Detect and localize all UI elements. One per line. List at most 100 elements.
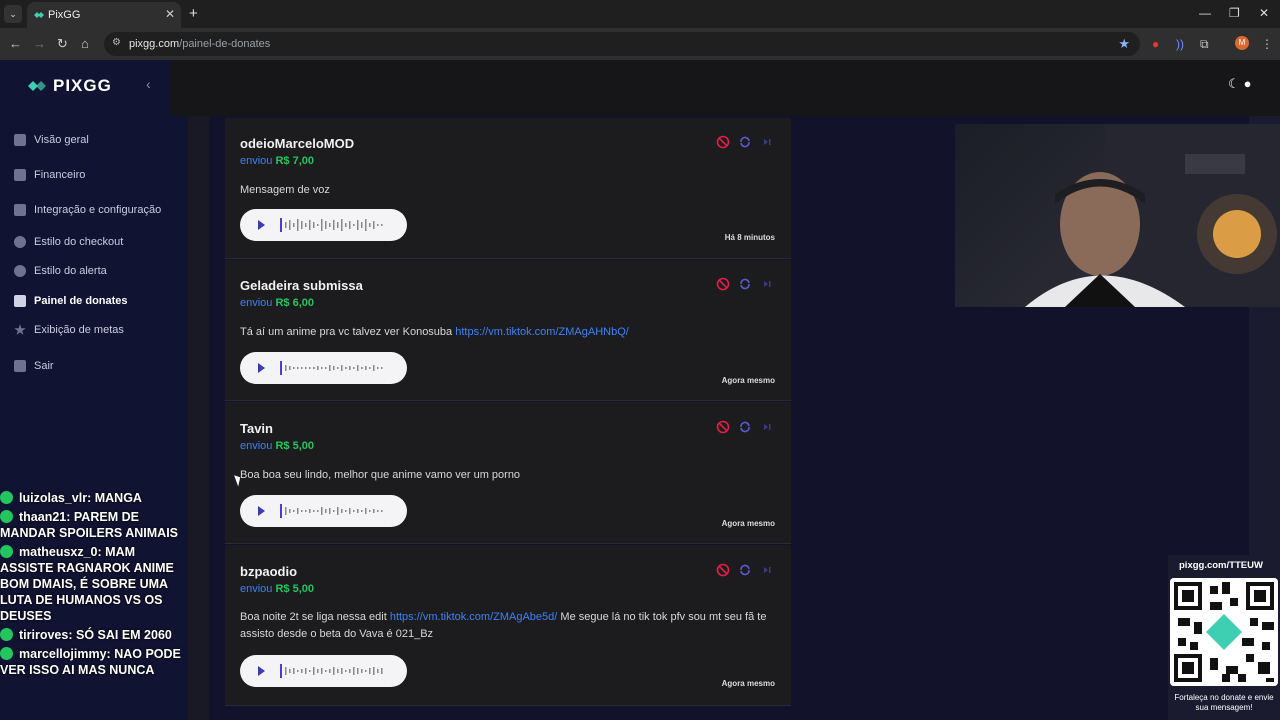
chat-username: luizolas_vlr: [19,491,92,505]
sent-label: enviou [240,440,273,452]
donate-message: Boa noite 2t se liga nessa edit https://… [240,609,780,643]
webcam-overlay [955,124,1280,307]
message-link[interactable]: https://vm.tiktok.com/ZMAgAbe5d/ [390,611,558,623]
sidebar-item-label: Integração e configuração [34,204,162,216]
sidebar-item-financeiro[interactable]: Financeiro [14,169,85,181]
block-icon[interactable] [716,563,730,577]
site-info-icon[interactable]: ⚙ [112,37,121,48]
chat-username: thaan21: [19,510,71,524]
minimize-icon[interactable]: — [1199,6,1211,20]
donate-card: Tavin enviou R$ 5,00 Boa boa seu lindo, … [225,402,791,544]
url-field[interactable]: ⚙ pixgg.com/painel-de-donates ★ [104,32,1140,56]
profile-avatar[interactable]: M [1235,36,1249,50]
block-icon[interactable] [716,135,730,149]
sidebar-item-label: Painel de donates [34,295,128,307]
donate-amount: R$ 6,00 [275,297,315,309]
play-icon[interactable] [258,666,265,676]
play-icon[interactable] [258,363,265,373]
donate-message: Mensagem de voz [240,182,780,199]
donate-card: odeioMarceloMOD enviou R$ 7,00 Mensagem … [225,118,791,259]
audio-player[interactable] [240,352,407,384]
donate-time: Agora mesmo [721,679,775,688]
skip-icon[interactable] [760,563,774,577]
sidebar-item-exibicao-metas[interactable]: Exibição de metas [14,324,124,336]
chat-message: matheusxz_0: MAM ASSISTE RAGNAROK ANIME … [0,544,188,624]
chat-message: thaan21: PAREM DE MANDAR SPOILERS ANIMAI… [0,509,188,541]
message-text: Mensagem de voz [240,184,330,196]
audio-player[interactable] [240,209,407,241]
sidebar-item-integracao[interactable]: Integração e configuração [14,204,161,216]
card-actions [716,563,774,577]
forward-icon[interactable]: → [33,36,46,51]
url-host: pixgg.com [129,38,180,50]
palette-icon [14,265,26,277]
tab-search-button[interactable]: ⌄ [4,5,22,23]
play-icon[interactable] [258,220,265,230]
collapse-sidebar-icon[interactable]: ‹ [146,76,151,92]
bookmark-star-icon[interactable]: ★ [1118,36,1130,52]
replay-icon[interactable] [738,420,752,434]
message-link[interactable]: https://vm.tiktok.com/ZMAgAHNbQ/ [455,326,629,338]
message-text: Tá aí um anime pra vc talvez ver Konosub… [240,326,456,338]
browser-tab[interactable]: PixGG ✕ [27,2,181,28]
reload-icon[interactable]: ↻ [57,36,68,52]
sidebar-item-sair[interactable]: Sair [14,360,54,372]
message-text: Boa noite 2t se liga nessa edit [240,611,390,623]
settings-icon [14,204,26,216]
sidebar-item-painel-donates[interactable]: Painel de donates [14,295,128,307]
palette-icon [14,236,26,248]
chat-badge-icon [0,510,13,523]
chat-badge-icon [0,545,13,558]
sidebar-item-label: Financeiro [34,169,86,181]
audio-extension-icon[interactable]: )) [1176,37,1184,51]
replay-icon[interactable] [738,135,752,149]
extension-icon[interactable]: ● [1152,37,1159,51]
message-text: Boa boa seu lindo, melhor que anime vamo… [240,469,521,481]
close-window-icon[interactable]: ✕ [1259,6,1269,20]
audio-player[interactable] [240,655,407,687]
toggle-knob-icon: ● [1243,76,1252,91]
sidebar-gutter [188,60,209,720]
replay-icon[interactable] [738,277,752,291]
pixgg-logo[interactable]: PIXGG [27,76,112,96]
donate-qr-overlay: pixgg.com/TTEUW Fortaleça no donate e en… [1168,555,1280,720]
sidebar-item-estilo-alerta[interactable]: Estilo do alerta [14,265,107,277]
skip-icon[interactable] [760,420,774,434]
skip-icon[interactable] [760,135,774,149]
qr-code-icon [1170,578,1278,686]
play-icon[interactable] [258,506,265,516]
card-actions [716,420,774,434]
browser-tab-strip: ⌄ PixGG ✕ + — ❐ ✕ [0,0,1280,28]
browser-menu-icon[interactable]: ⋮ [1261,37,1273,51]
chat-text: SÓ SAI EM 2060 [75,628,172,642]
audio-player[interactable] [240,495,407,527]
chat-username: tiriroves: [19,628,73,642]
waveform [280,361,383,375]
sent-label: enviou [240,155,273,167]
restore-icon[interactable]: ❐ [1229,6,1240,20]
block-icon[interactable] [716,277,730,291]
donor-name: Geladeira submissa [240,278,363,293]
donor-name: Tavin [240,421,273,436]
back-icon[interactable]: ← [9,36,22,51]
sidebar-item-visao-geral[interactable]: Visão geral [14,134,89,146]
donate-amount-line: enviou R$ 5,00 [240,440,314,452]
brand-name: PIXGG [53,76,112,95]
donate-amount: R$ 5,00 [275,440,315,452]
donate-time: Agora mesmo [721,519,775,528]
extensions-puzzle-icon[interactable]: ⧉ [1200,37,1209,52]
top-bar [170,60,1280,116]
block-icon[interactable] [716,420,730,434]
theme-toggle[interactable]: ☾ ● [1228,76,1252,92]
donate-amount-line: enviou R$ 6,00 [240,297,314,309]
moon-icon: ☾ [1228,76,1240,91]
replay-icon[interactable] [738,563,752,577]
donor-name: odeioMarceloMOD [240,136,355,151]
close-tab-icon[interactable]: ✕ [165,7,175,21]
home-button-icon[interactable]: ⌂ [81,36,89,51]
sidebar-item-estilo-checkout[interactable]: Estilo do checkout [14,236,123,248]
donate-card: bzpaodio enviou R$ 5,00 Boa noite 2t se … [225,545,791,706]
qr-caption: Fortaleça no donate e envie sua mensagem… [1174,693,1274,712]
new-tab-button[interactable]: + [189,5,198,22]
skip-icon[interactable] [760,277,774,291]
